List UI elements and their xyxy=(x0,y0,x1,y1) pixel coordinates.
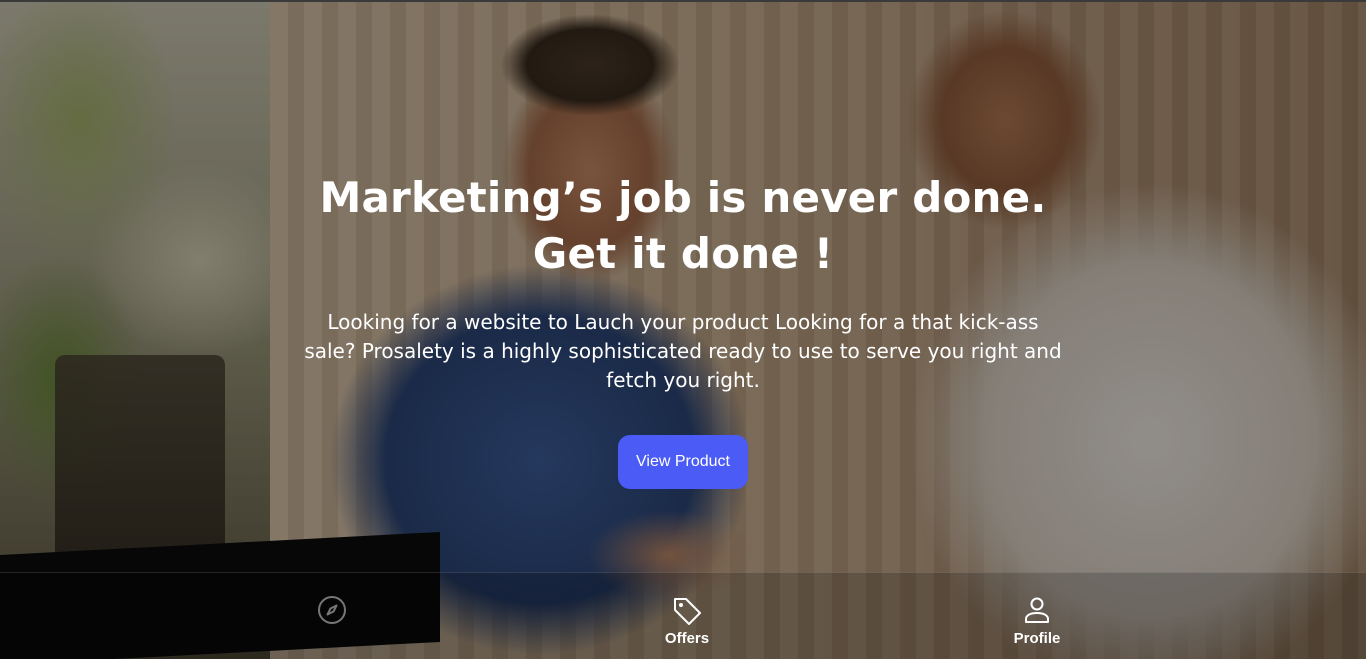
nav-label-profile: Profile xyxy=(1013,630,1061,647)
view-product-button[interactable]: View Product xyxy=(618,435,748,489)
hero-section: Marketing’s job is never done. Get it do… xyxy=(0,0,1366,659)
nav-item-explore[interactable] xyxy=(272,595,392,630)
hero-headline: Marketing’s job is never done. Get it do… xyxy=(283,170,1083,282)
nav-item-profile[interactable]: Profile xyxy=(977,595,1097,647)
headline-line-2: Get it done ! xyxy=(532,229,834,278)
compass-icon xyxy=(272,595,392,625)
hero-content: Marketing’s job is never done. Get it do… xyxy=(0,170,1366,489)
hero-description: Looking for a website to Lauch your prod… xyxy=(304,310,1062,392)
nav-label-offers: Offers xyxy=(664,630,710,647)
tag-icon xyxy=(627,595,747,625)
nav-item-offers[interactable]: Offers xyxy=(627,595,747,647)
person-icon xyxy=(977,595,1097,625)
bottom-navigation: Offers Profile xyxy=(0,572,1366,659)
top-border xyxy=(0,0,1366,2)
headline-line-1: Marketing’s job is never done. xyxy=(319,173,1047,222)
